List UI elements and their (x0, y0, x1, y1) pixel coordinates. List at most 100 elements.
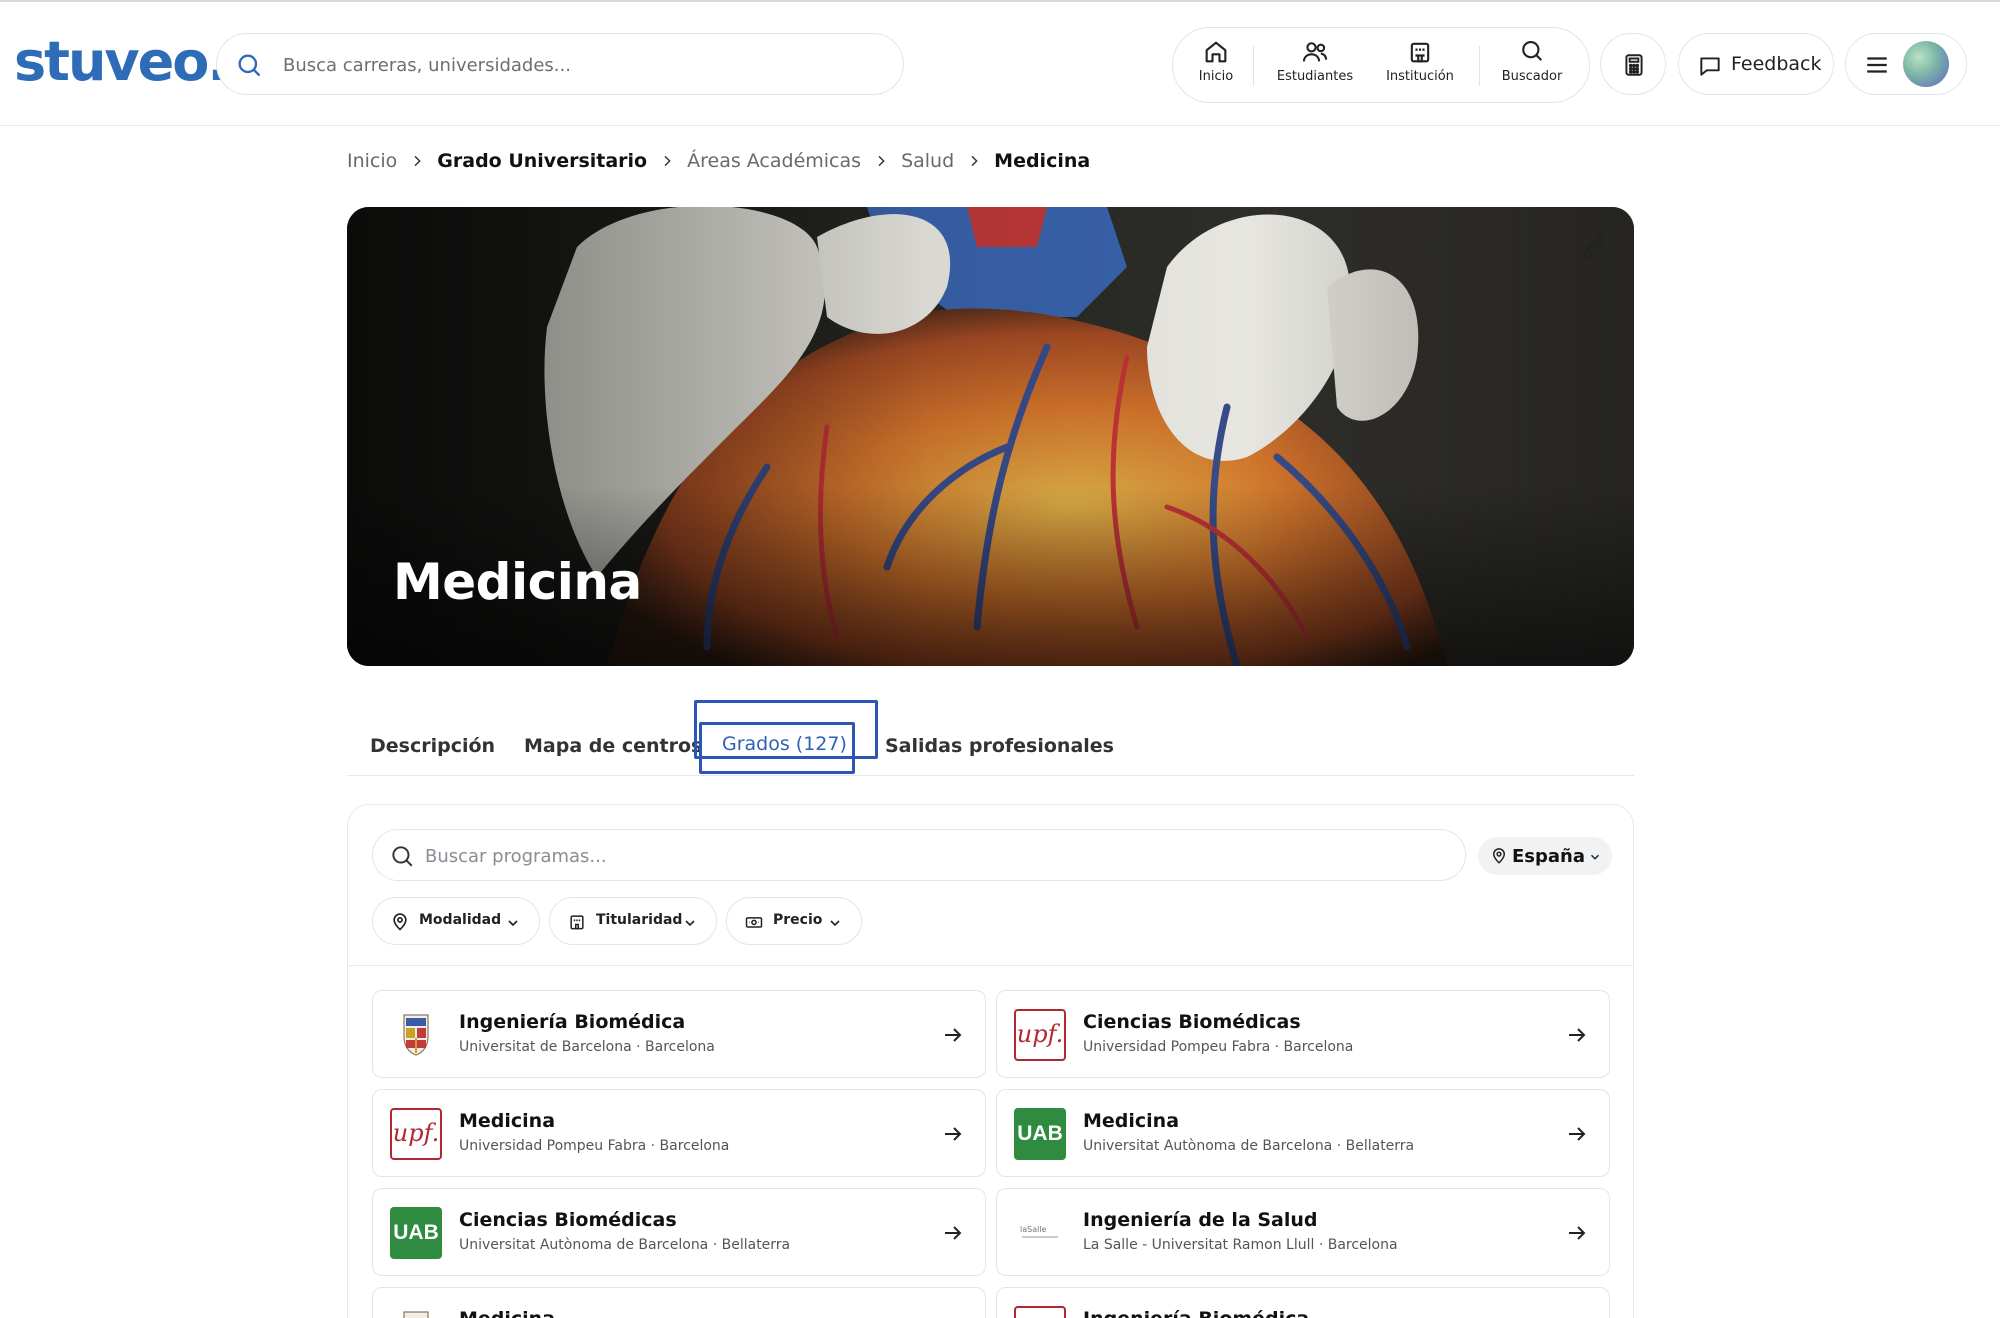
nav-item-inicio[interactable]: Inicio (1191, 38, 1241, 94)
filter-titularidad[interactable]: Titularidad (549, 897, 717, 945)
location-value: España (1512, 846, 1586, 867)
avatar[interactable] (1903, 41, 1949, 87)
program-subtitle: Universitat Autònoma de Barcelona · Bell… (459, 1237, 791, 1253)
hamburger-menu-icon (1867, 57, 1887, 73)
university-logo-uab: UAB (1014, 1108, 1066, 1160)
arrow-right-icon (1569, 1127, 1586, 1141)
arrow-right-icon (945, 1028, 962, 1042)
program-card[interactable]: UAB Medicina Universitat Autònoma de Bar… (996, 1089, 1610, 1177)
university-logo-upf: upf. (390, 1108, 442, 1160)
program-card[interactable]: laSalle Ingeniería de la Salud La Salle … (996, 1188, 1610, 1276)
chevron-down-icon (685, 920, 695, 927)
home-icon (1205, 41, 1227, 63)
program-title: Medicina (1083, 1110, 1180, 1132)
breadcrumb-item-grado[interactable]: Grado Universitario (437, 150, 647, 172)
global-search-bar[interactable] (216, 33, 904, 95)
university-logo-upf: upf. (1014, 1306, 1066, 1318)
chat-bubble-icon (1700, 57, 1720, 76)
feedback-label: Feedback (1731, 53, 1822, 75)
university-logo-ub (390, 1306, 442, 1318)
program-title: Ingeniería Biomédica (1083, 1308, 1309, 1318)
page-title: Medicina (393, 553, 642, 611)
program-title: Ciencias Biomédicas (1083, 1011, 1301, 1033)
chevron-down-icon (508, 920, 518, 927)
location-dropdown[interactable]: España (1478, 837, 1612, 875)
tab-grados[interactable]: Grados (127) (722, 733, 847, 755)
program-title: Ingeniería Biomédica (459, 1011, 686, 1033)
program-card[interactable]: Ingeniería Biomédica Universitat de Barc… (372, 990, 986, 1078)
arrow-right-icon (1569, 1226, 1586, 1240)
program-card[interactable]: upf. Ingeniería Biomédica (996, 1287, 1610, 1318)
search-icon (392, 846, 413, 867)
nav-item-buscador[interactable]: Buscador (1495, 38, 1569, 94)
breadcrumb-item-salud[interactable]: Salud (901, 150, 954, 172)
calculator-button[interactable] (1600, 33, 1666, 95)
program-card[interactable]: Medicina (372, 1287, 986, 1318)
program-card[interactable]: UAB Ciencias Biomédicas Universitat Autò… (372, 1188, 986, 1276)
money-icon (745, 917, 763, 928)
users-icon (1302, 42, 1328, 62)
chevron-right-icon (414, 155, 421, 167)
building-icon (570, 915, 584, 930)
filter-precio[interactable]: Precio (726, 897, 862, 945)
breadcrumb-item-areas[interactable]: Áreas Académicas (687, 150, 861, 172)
program-title: Medicina (459, 1110, 556, 1132)
nav-divider (1253, 46, 1254, 86)
global-search-input[interactable] (283, 46, 873, 84)
university-logo-upf: upf. (1014, 1009, 1066, 1061)
top-navbar: stuveo. Inicio Estudiantes Institución B… (0, 2, 2000, 126)
breadcrumb-item-inicio[interactable]: Inicio (347, 150, 397, 172)
location-pin-icon (393, 913, 407, 931)
nav-divider (1479, 46, 1480, 86)
nav-item-institucion[interactable]: Institución (1379, 38, 1461, 94)
programs-search-input[interactable] (425, 839, 1445, 873)
filter-label: Modalidad (419, 912, 502, 928)
programs-search-bar[interactable] (372, 829, 1466, 881)
university-logo-lasalle: laSalle (1014, 1207, 1066, 1259)
stuveo-logo[interactable]: stuveo. (14, 30, 228, 93)
tab-salidas-profesionales[interactable]: Salidas profesionales (885, 735, 1114, 757)
program-subtitle: Universitat de Barcelona · Barcelona (459, 1039, 715, 1055)
hero-banner: Medicina (347, 207, 1634, 666)
section-tabs: Descripción Mapa de centros Grados (127)… (347, 700, 1634, 776)
program-card[interactable]: upf. Ciencias Biomédicas Universidad Pom… (996, 990, 1610, 1078)
chevron-right-icon (664, 155, 671, 167)
program-subtitle: Universitat Autònoma de Barcelona · Bell… (1083, 1138, 1415, 1154)
building-icon (1410, 42, 1430, 63)
tab-mapa-de-centros[interactable]: Mapa de centros (524, 735, 702, 757)
breadcrumb-item-current: Medicina (994, 150, 1091, 172)
chevron-down-icon (1590, 854, 1600, 860)
filter-label: Titularidad (596, 912, 683, 928)
filter-label: Precio (773, 912, 823, 928)
nav-label: Inicio (1198, 69, 1234, 84)
program-subtitle: Universidad Pompeu Fabra · Barcelona (1083, 1039, 1354, 1055)
program-subtitle: La Salle - Universitat Ramon Llull · Bar… (1083, 1237, 1398, 1253)
search-icon (1522, 41, 1543, 61)
pencil-icon[interactable] (1578, 233, 1608, 263)
arrow-right-icon (945, 1226, 962, 1240)
calculator-icon (1625, 54, 1643, 76)
tab-descripcion[interactable]: Descripción (370, 735, 495, 757)
programs-panel: España Modalidad Titularidad Precio Inge… (347, 804, 1634, 1318)
search-icon (238, 54, 261, 77)
location-pin-icon (1492, 848, 1506, 864)
arrow-right-icon (1569, 1028, 1586, 1042)
nav-label: Estudiantes (1276, 69, 1354, 84)
nav-label: Institución (1386, 69, 1454, 84)
chevron-down-icon (830, 920, 840, 927)
panel-divider (348, 965, 1633, 966)
arrow-right-icon (945, 1127, 962, 1141)
program-card[interactable]: upf. Medicina Universidad Pompeu Fabra ·… (372, 1089, 986, 1177)
user-menu-button[interactable] (1845, 33, 1967, 95)
feedback-button[interactable]: Feedback (1678, 33, 1834, 95)
program-subtitle: Universidad Pompeu Fabra · Barcelona (459, 1138, 730, 1154)
filter-modalidad[interactable]: Modalidad (372, 897, 540, 945)
program-title: Medicina (459, 1308, 555, 1318)
nav-item-estudiantes[interactable]: Estudiantes (1269, 38, 1361, 94)
main-nav: Inicio Estudiantes Institución Buscador (1172, 27, 1590, 103)
breadcrumb: Inicio Grado Universitario Áreas Académi… (347, 146, 1090, 176)
program-title: Ciencias Biomédicas (459, 1209, 677, 1231)
chevron-right-icon (971, 155, 978, 167)
program-title: Ingeniería de la Salud (1083, 1209, 1318, 1231)
nav-label: Buscador (1501, 69, 1563, 84)
